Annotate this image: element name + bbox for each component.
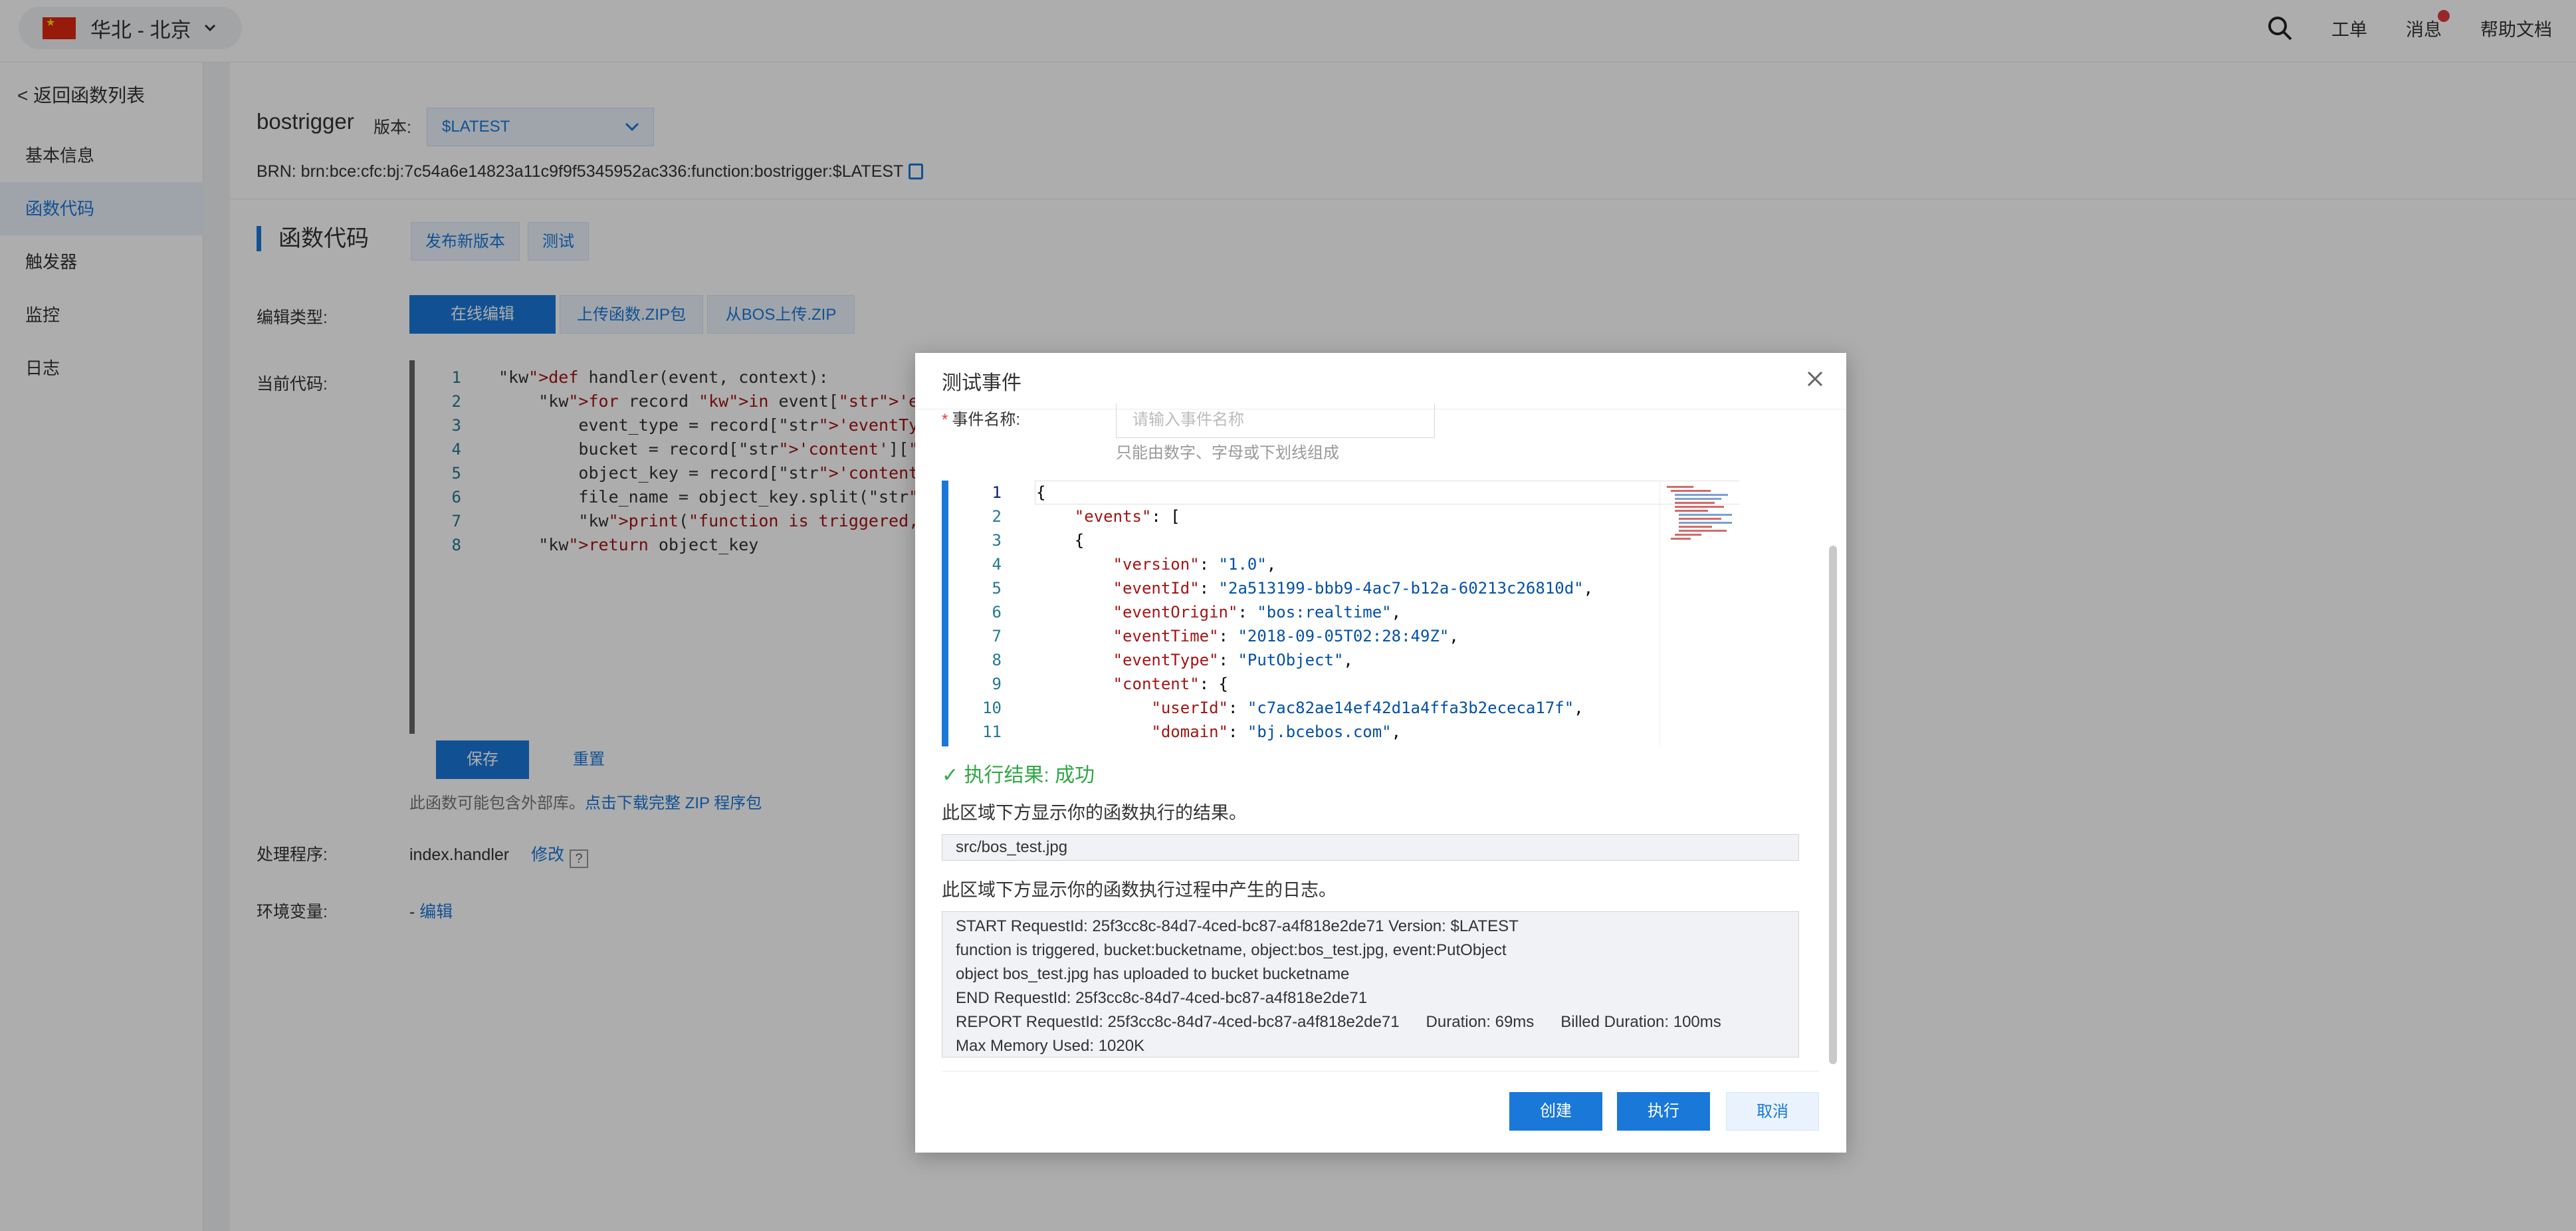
current-line-highlight	[1035, 481, 1739, 504]
log-line: REPORT RequestId: 25f3cc8c-84d7-4ced-bc8…	[956, 1013, 1721, 1031]
json-line: "content": {	[1113, 675, 1228, 693]
line-number: 8	[992, 651, 1002, 669]
event-name-label: * 事件名称:	[942, 411, 1021, 429]
event-name-input[interactable]: 请输入事件名称	[1116, 403, 1435, 438]
check-icon: ✓	[942, 764, 964, 786]
json-line: "eventTime": "2018-09-05T02:28:49Z",	[1113, 627, 1459, 645]
log-line: object bos_test.jpg has uploaded to buck…	[956, 965, 1350, 983]
result-status: ✓ 执行结果: 成功	[942, 764, 1095, 786]
result-description: 此区域下方显示你的函数执行的结果。	[942, 803, 1247, 823]
modal-scrollbar[interactable]	[1829, 546, 1837, 1064]
line-number: 11	[982, 723, 1002, 741]
line-number: 9	[992, 675, 1002, 693]
cancel-button[interactable]: 取消	[1726, 1092, 1819, 1131]
line-number: 2	[992, 507, 1002, 526]
json-line: "version": "1.0",	[1113, 555, 1277, 574]
create-button[interactable]: 创建	[1509, 1092, 1602, 1131]
log-output: START RequestId: 25f3cc8c-84d7-4ced-bc87…	[942, 911, 1799, 1058]
line-number: 5	[992, 579, 1002, 598]
run-button[interactable]: 执行	[1617, 1092, 1710, 1131]
log-line: END RequestId: 25f3cc8c-84d7-4ced-bc87-a…	[956, 989, 1368, 1007]
event-name-hint: 只能由数字、字母或下划线组成	[1116, 444, 1339, 462]
log-line: Max Memory Used: 1020K	[956, 1037, 1145, 1055]
event-json-editor[interactable]: 1 {2 "events": [ 3 {4 "version": "1.0", 5 "…	[942, 481, 1739, 746]
json-line: {	[1036, 483, 1046, 502]
line-number: 10	[982, 699, 1002, 717]
modal-title: 测试事件	[942, 372, 1021, 394]
test-event-modal: 测试事件 * 事件名称: 请输入事件名称 只能由数字、字母或下划线组成 1 {2 "…	[915, 353, 1846, 1153]
log-description: 此区域下方显示你的函数执行过程中产生的日志。	[942, 880, 1337, 900]
line-number: 6	[992, 603, 1002, 621]
line-number: 1	[992, 483, 1002, 502]
log-line: function is triggered, bucket:bucketname…	[956, 941, 1507, 959]
json-line: "eventId": "2a513199-bbb9-4ac7-b12a-6021…	[1113, 579, 1594, 598]
line-number: 3	[992, 531, 1002, 550]
log-line: START RequestId: 25f3cc8c-84d7-4ced-bc87…	[956, 917, 1519, 935]
line-number: 7	[992, 627, 1002, 645]
json-line: "userId": "c7ac82ae14ef42d1a4ffa3b2ececa…	[1151, 699, 1584, 717]
editor-minimap[interactable]	[1660, 481, 1739, 746]
json-line: {	[1036, 531, 1085, 550]
result-output: src/bos_test.jpg	[942, 834, 1799, 861]
json-line: "events": [	[1074, 507, 1180, 526]
close-icon[interactable]	[1804, 368, 1826, 390]
json-line: "eventType": "PutObject",	[1113, 651, 1353, 669]
line-number: 4	[992, 555, 1002, 574]
json-line: "eventOrigin": "bos:realtime",	[1113, 603, 1402, 621]
json-line: "domain": "bj.bcebos.com",	[1151, 723, 1402, 741]
